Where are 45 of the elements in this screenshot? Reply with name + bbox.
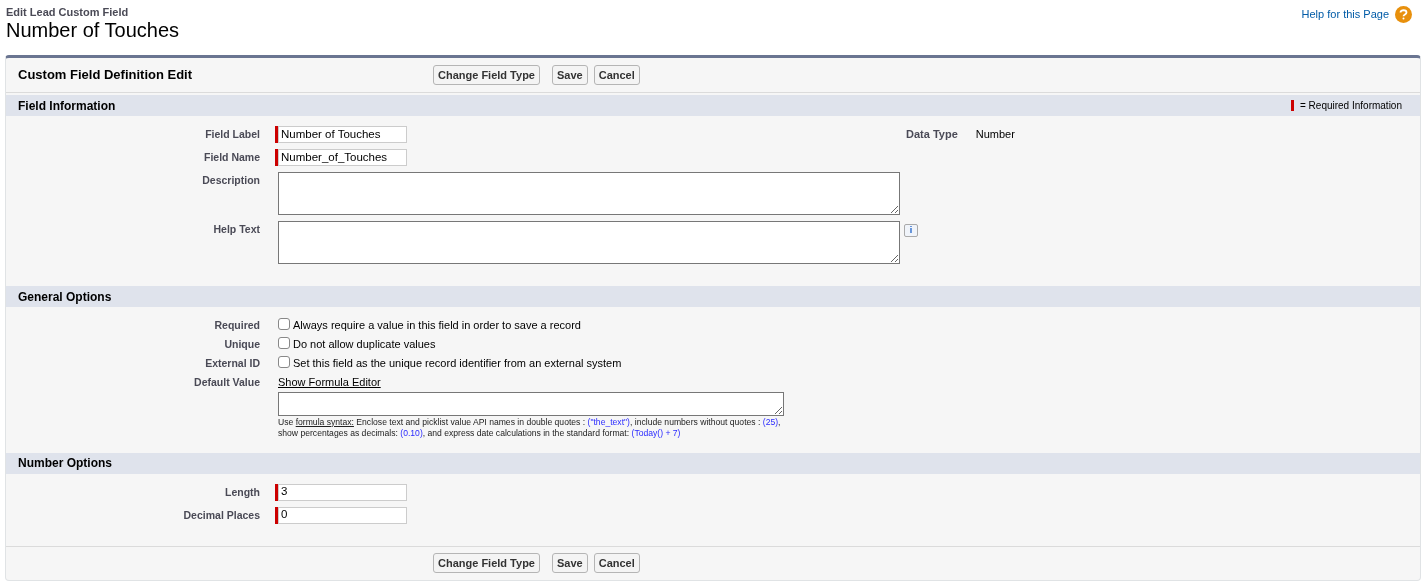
- text-area[interactable]: [278, 172, 900, 215]
- checkbox-label: Set this field as the unique record identifier from an external system: [293, 356, 622, 371]
- input-field[interactable]: 3: [278, 483, 407, 501]
- text-area[interactable]: [278, 391, 784, 416]
- field-label: Default Value: [193, 375, 260, 390]
- field-label: Data Type: [906, 127, 958, 142]
- field-label: Required: [213, 318, 260, 333]
- field-label: Decimal Places: [182, 507, 260, 523]
- field-label: External ID: [204, 356, 260, 371]
- checkbox[interactable]: [278, 318, 290, 330]
- breadcrumb: Edit Lead Custom Field: [6, 6, 130, 18]
- panel-title: Custom Field Definition Edit: [17, 66, 194, 85]
- field-label: Field Label: [204, 127, 260, 142]
- legend-text: = Required Information: [1300, 99, 1402, 113]
- field-label: Description: [201, 173, 260, 188]
- input-field[interactable]: 0: [278, 506, 407, 524]
- section-title: Number Options: [18, 455, 112, 472]
- page-title: Number of Touches: [6, 18, 180, 42]
- section-title: Field Information: [18, 97, 116, 115]
- cancel-button[interactable]: Cancel: [593, 65, 640, 85]
- help-icon[interactable]: [1395, 6, 1412, 23]
- formula-syntax-link[interactable]: formula syntax:: [295, 416, 354, 427]
- required-marker: [1291, 100, 1294, 111]
- help-link[interactable]: Help for this Page: [1301, 6, 1389, 23]
- save-button[interactable]: Save: [552, 65, 588, 85]
- change-type-button[interactable]: Change Field Type: [433, 553, 540, 573]
- formula-hint: Use formula syntax: Enclose text and picklist value API names in double quotes : ("the_text"), include numbers without quotes : (25), show percentages as decimals: (0.10), and express date calculations in the standard format: (Today() + 7): [278, 416, 782, 439]
- input-field[interactable]: Number of Touches: [278, 126, 407, 143]
- text-area[interactable]: [278, 221, 900, 264]
- checkbox[interactable]: [278, 337, 290, 349]
- checkbox[interactable]: [278, 356, 290, 368]
- checkbox-label: Always require a value in this field in order to save a record: [293, 318, 581, 333]
- checkbox-label: Do not allow duplicate values: [293, 337, 436, 352]
- change-type-button[interactable]: Change Field Type: [433, 65, 540, 85]
- field-label: Unique: [223, 337, 260, 352]
- info-button[interactable]: i: [904, 224, 918, 237]
- cancel-button[interactable]: Cancel: [593, 553, 640, 573]
- formula-editor-link[interactable]: Show Formula Editor: [278, 374, 381, 391]
- field-label: Length: [224, 484, 260, 500]
- input-field[interactable]: Number_of_Touches: [278, 149, 407, 166]
- field-value: Number: [975, 127, 1015, 142]
- section-title: General Options: [18, 288, 112, 306]
- field-label: Field Name: [202, 150, 260, 165]
- field-label: Help Text: [212, 222, 260, 237]
- save-button[interactable]: Save: [552, 553, 588, 573]
